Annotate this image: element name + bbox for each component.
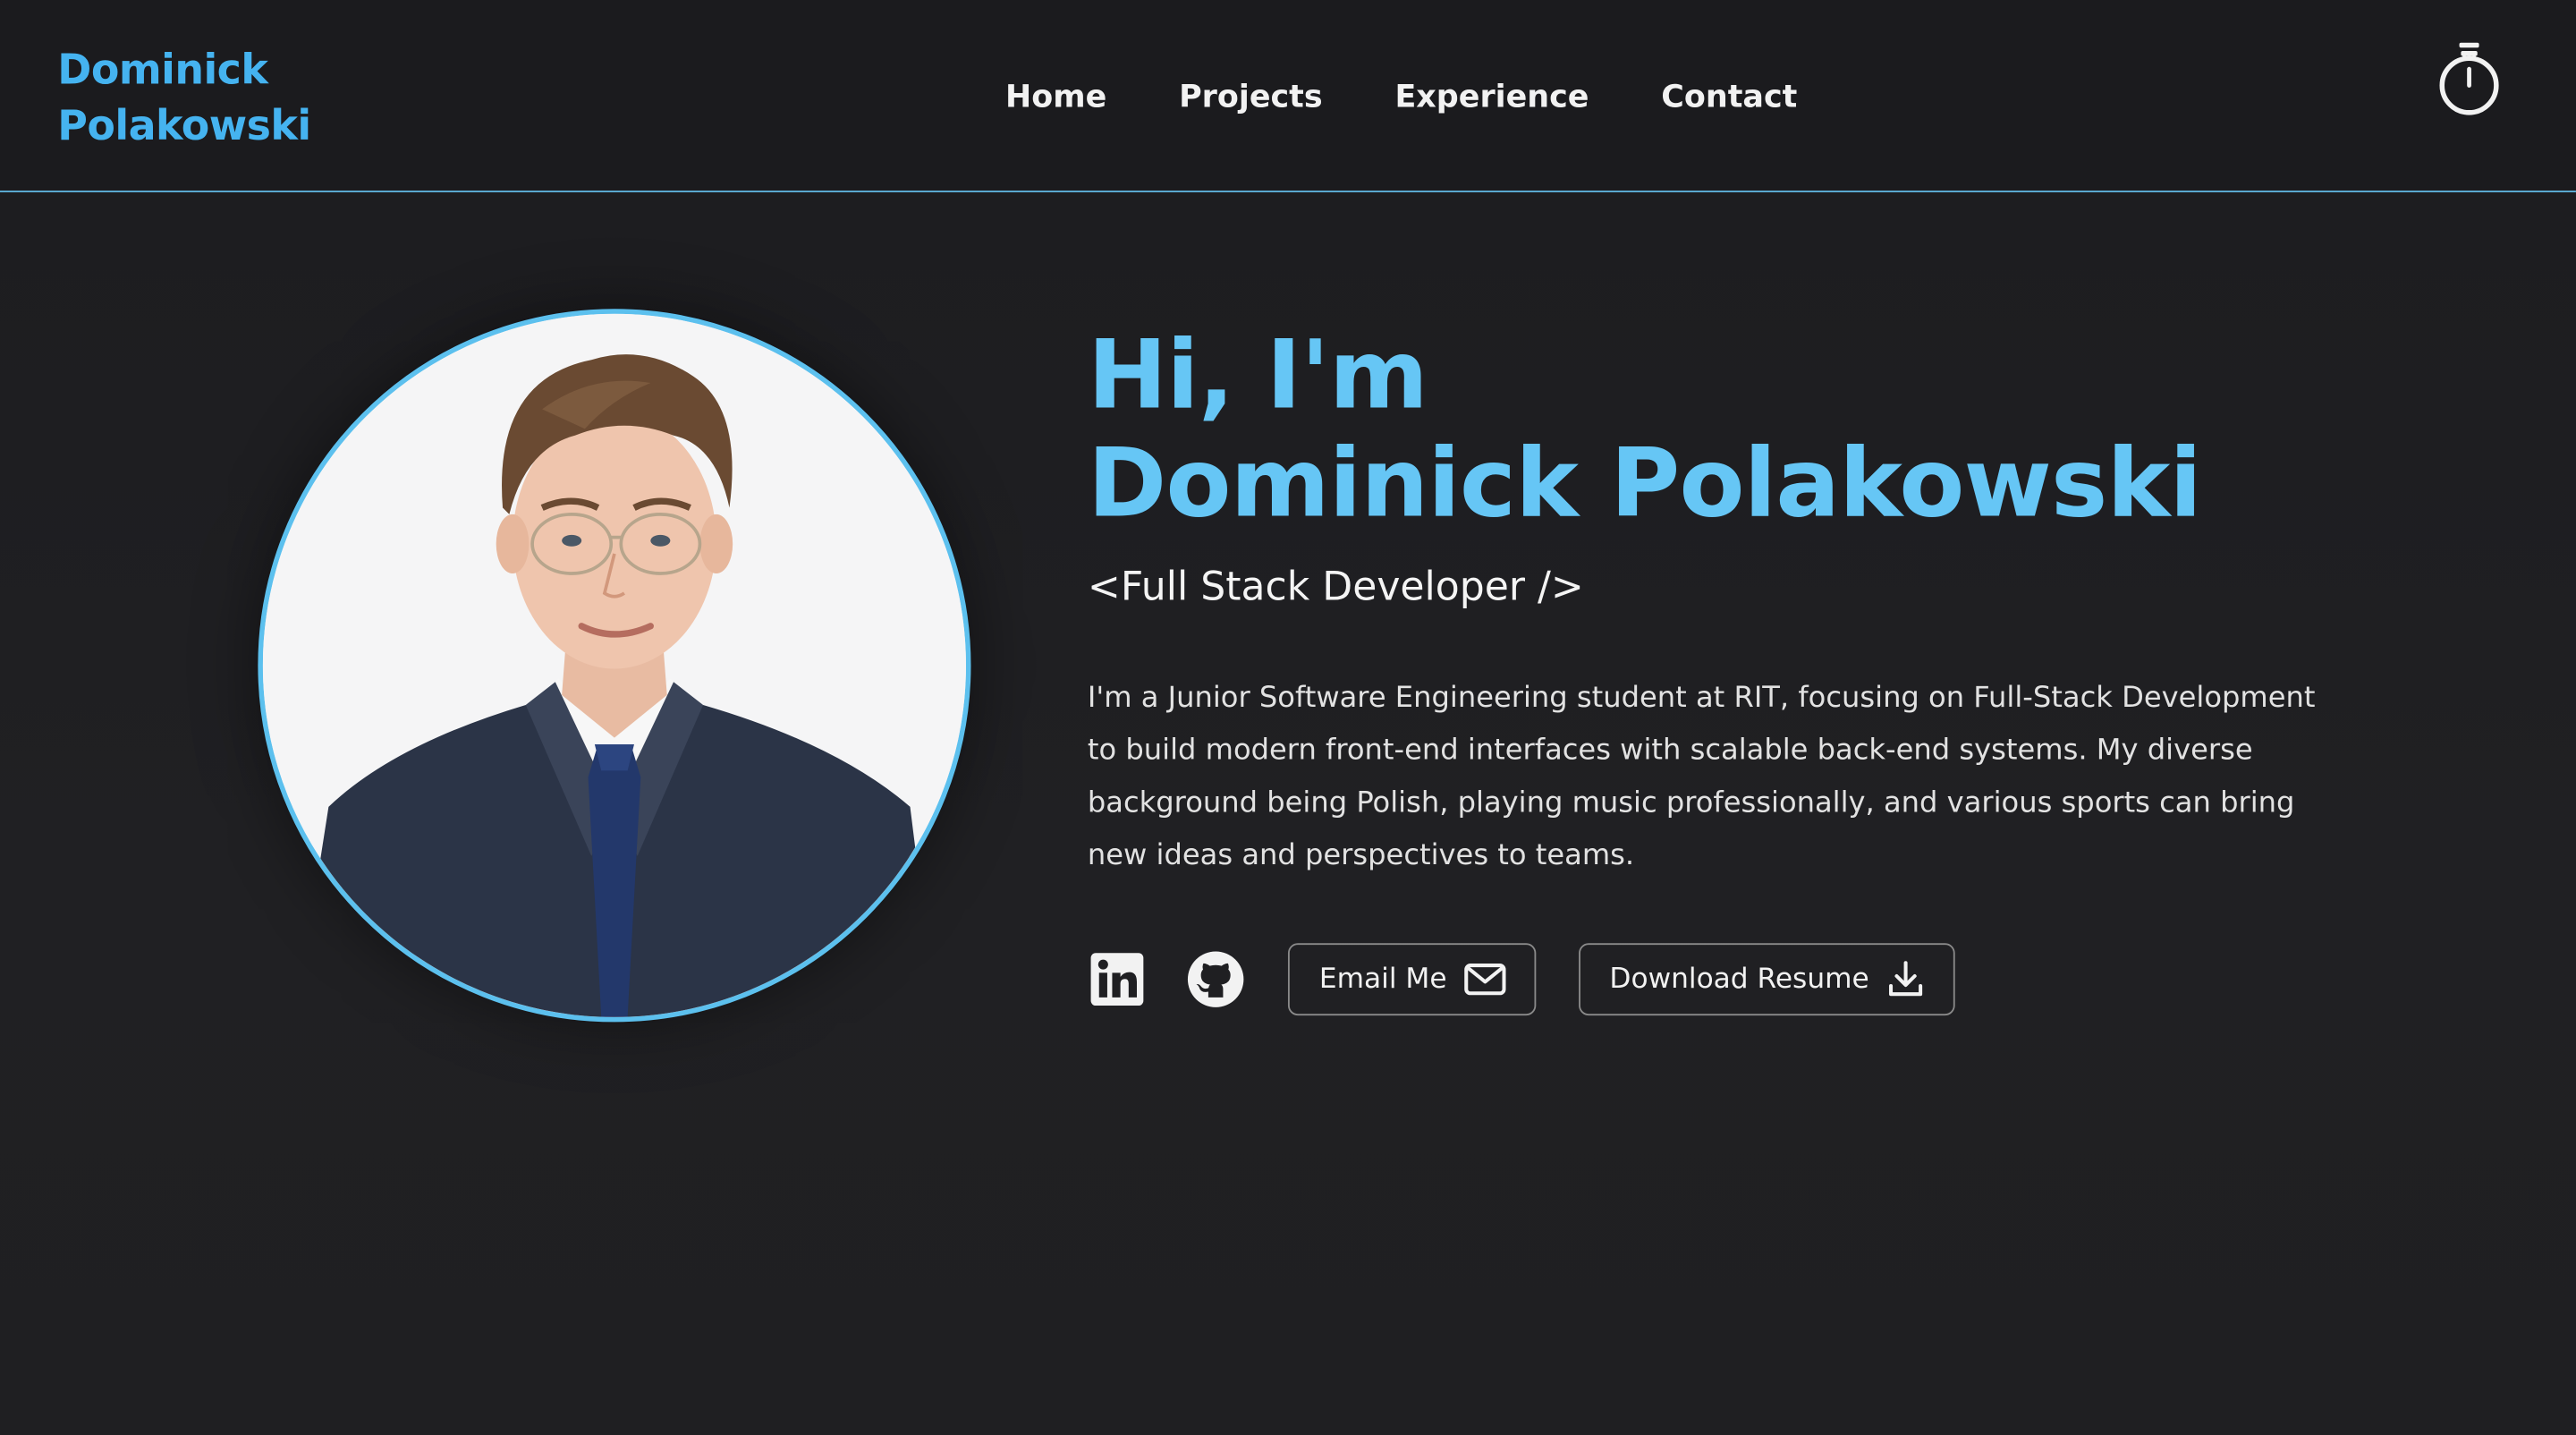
theme-toggle-button[interactable]	[2431, 30, 2506, 122]
nav-projects[interactable]: Projects	[1179, 72, 1323, 122]
brand-logo[interactable]: Dominick Polakowski	[57, 43, 311, 155]
hero-role: <Full Stack Developer />	[1087, 563, 1584, 610]
main-nav: Home Projects Experience Contact	[1005, 72, 1797, 122]
nav-home[interactable]: Home	[1005, 72, 1106, 122]
hero-greeting: Hi, I'm	[1087, 318, 1428, 431]
brand-first-name: Dominick	[57, 46, 268, 94]
hero-section: Hi, I'm Dominick Polakowski <Full Stack …	[1088, 320, 2369, 1017]
nav-experience[interactable]: Experience	[1394, 72, 1589, 122]
hero-heading: Hi, I'm Dominick Polakowski	[1088, 320, 2369, 537]
email-me-button[interactable]: Email Me	[1287, 943, 1536, 1016]
github-icon	[1187, 951, 1244, 1007]
mail-icon	[1463, 963, 1506, 996]
hero-bio: I'm a Junior Software Engineering studen…	[1087, 682, 2316, 873]
lightbulb-icon	[2439, 42, 2499, 115]
site-header: Dominick Polakowski Home Projects Experi…	[0, 0, 2576, 192]
nav-contact[interactable]: Contact	[1661, 72, 1797, 122]
page: Dominick Polakowski Home Projects Experi…	[0, 0, 2576, 1435]
profile-photo	[258, 309, 971, 1023]
linkedin-icon	[1090, 953, 1144, 1006]
linkedin-link[interactable]	[1088, 950, 1147, 1009]
hero-actions: Email Me Download Resume	[1088, 941, 2369, 1016]
profile-portrait-illustration	[262, 313, 966, 1017]
download-resume-label: Download Resume	[1609, 963, 1869, 997]
download-icon	[1885, 960, 1925, 999]
hero-name: Dominick Polakowski	[1087, 427, 2202, 539]
brand-last-name: Polakowski	[57, 101, 311, 150]
email-me-label: Email Me	[1318, 963, 1447, 997]
github-link[interactable]	[1186, 950, 1245, 1009]
download-resume-button[interactable]: Download Resume	[1578, 943, 1955, 1016]
